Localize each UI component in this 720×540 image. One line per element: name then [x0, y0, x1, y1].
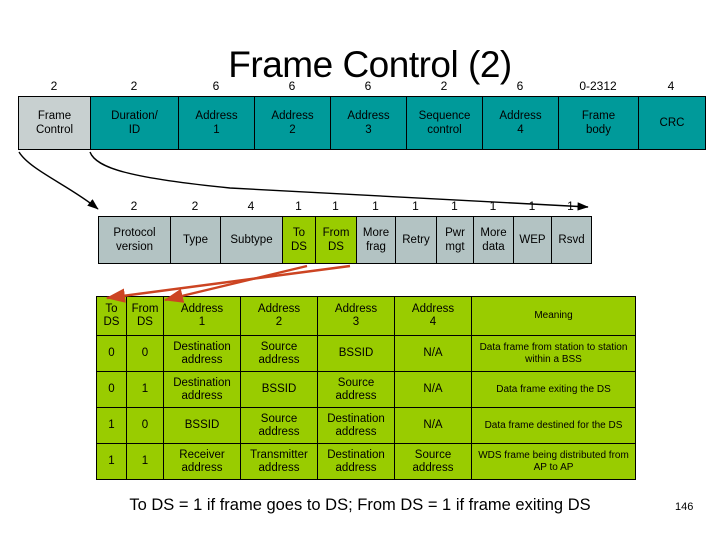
frame-cell-label: Frame body — [581, 110, 616, 136]
table-row: 0 1 Destination address BSSID Source address… — [96, 371, 636, 408]
bit-cell-type: Type — [171, 217, 221, 263]
table-cell-address1: Receiver address — [163, 443, 241, 480]
table-cell-meaning: Data frame destined for the DS — [471, 407, 636, 444]
table-cell-address4: N/A — [394, 371, 472, 408]
table-header-cell: Address 1 — [163, 296, 241, 336]
table-cell-address2: Source address — [240, 335, 318, 372]
slide-number: 146 — [675, 501, 694, 513]
frame-cell-address-1: Address 1 — [179, 97, 255, 149]
frame-cell-label: Address 1 — [195, 110, 238, 136]
table-cell-address1: BSSID — [163, 407, 241, 444]
table-cell-address2: Source address — [240, 407, 318, 444]
table-header-cell: Meaning — [471, 296, 636, 336]
frame-cell-label: Frame Control — [35, 110, 74, 136]
bit-cell-label: More frag — [362, 227, 390, 253]
table-body: 0 0 Destination address Source address BSSID… — [96, 335, 636, 480]
table-row: 0 0 Destination address Source address BSSID… — [96, 335, 636, 372]
frame-cell-address-3: Address 3 — [331, 97, 407, 149]
table-row: 1 0 BSSID Source address Destination address… — [96, 407, 636, 444]
table-header-cell: From DS — [126, 296, 164, 336]
frame-cell-sequence-control: Sequence control — [407, 97, 483, 149]
frame-cell-label: CRC — [659, 117, 685, 129]
bit-cell-label: From DS — [322, 227, 350, 253]
frame-cell-address-4: Address 4 — [483, 97, 559, 149]
table-cell-address3: BSSID — [317, 335, 395, 372]
table-header-cell: To DS — [96, 296, 127, 336]
connector-tods-arrow — [163, 264, 308, 303]
table-cell-from-ds: 1 — [126, 443, 164, 480]
frame-cell-crc: CRC — [639, 97, 705, 149]
table-cell-to-ds: 1 — [96, 443, 127, 480]
table-cell-to-ds: 0 — [96, 335, 127, 372]
table-cell-to-ds: 0 — [96, 371, 127, 408]
bit-cell-label: More data — [480, 227, 507, 253]
table-header-cell: Address 4 — [394, 296, 472, 336]
table-cell-address4: N/A — [394, 335, 472, 372]
frame-size-label: 4 — [667, 79, 675, 93]
bit-cell-subtype: Subtype — [221, 217, 283, 263]
table-cell-from-ds: 0 — [126, 407, 164, 444]
bit-cell-protocol-version: Protocol version — [99, 217, 171, 263]
table-header-row: To DS From DS Address 1 Address 2 Address 3 Addres… — [96, 296, 636, 336]
bit-cell-more-data: More data — [474, 217, 514, 263]
table-cell-meaning: WDS frame being distributed from AP to A… — [471, 443, 636, 480]
frame-cell-frame-body: Frame body — [559, 97, 639, 149]
table-cell-meaning: Data frame exiting the DS — [471, 371, 636, 408]
bit-size-label: 1 — [567, 199, 574, 213]
frame-cell-label: Address 2 — [271, 110, 314, 136]
connector-fromds-arrow — [105, 264, 351, 303]
bit-cell-retry: Retry — [396, 217, 437, 263]
table-cell-address1: Destination address — [163, 335, 241, 372]
table-header-cell: Address 3 — [317, 296, 395, 336]
frame-cell-address-2: Address 2 — [255, 97, 331, 149]
table-cell-address1: Destination address — [163, 371, 241, 408]
frame-row-size-labels: 2 2 6 6 6 2 6 0-2312 4 — [18, 78, 704, 94]
bit-cell-label: Retry — [402, 234, 430, 246]
bit-cell-label: Type — [183, 234, 208, 246]
table-cell-address2: Transmitter address — [240, 443, 318, 480]
table-cell-to-ds: 1 — [96, 407, 127, 444]
table-cell-address4: Source address — [394, 443, 472, 480]
footer-note: To DS = 1 if frame goes to DS; From DS =… — [129, 496, 591, 514]
table-header-cell: Address 2 — [240, 296, 318, 336]
mac-frame-format-row: Frame Control Duration/ID Address 1 Address 2 A… — [18, 96, 706, 150]
table-cell-address4: N/A — [394, 407, 472, 444]
table-cell-meaning: Data frame from station to station withi… — [471, 335, 636, 372]
table-cell-address3: Destination address — [317, 407, 395, 444]
frame-control-field-row: Protocol version Type Subtype To DS From DS More… — [98, 216, 592, 264]
table-cell-address3: Destination address — [317, 443, 395, 480]
frame-cell-duration-id: Duration/ID — [91, 97, 179, 149]
bit-cell-from-ds: From DS — [316, 217, 357, 263]
bit-row-size-labels: 22411111111 — [98, 198, 590, 214]
bit-cell-label: Rsvd — [558, 234, 585, 246]
bit-cell-label: To DS — [291, 227, 307, 253]
table-cell-address2: BSSID — [240, 371, 318, 408]
bit-cell-more-frag: More frag — [357, 217, 396, 263]
bit-cell-label: WEP — [519, 234, 546, 246]
table-row: 1 1 Receiver address Transmitter address Des… — [96, 443, 636, 480]
address-field-meaning-table: To DS From DS Address 1 Address 2 Address 3 Addres… — [96, 296, 636, 480]
bit-cell-label: Subtype — [230, 234, 273, 246]
table-cell-address3: Source address — [317, 371, 395, 408]
bit-cell-wep: WEP — [514, 217, 552, 263]
slide-canvas: Frame Control (2) 2 2 6 6 6 2 6 0-2312 4 Frame Co… — [0, 0, 720, 540]
frame-cell-label: Sequence control — [418, 110, 471, 136]
bit-cell-pwr-mgt: Pwr mgt — [437, 217, 474, 263]
bit-cell-label: Protocol version — [113, 227, 156, 253]
bit-cell-to-ds: To DS — [283, 217, 316, 263]
bit-cell-label: Pwr mgt — [445, 227, 465, 253]
frame-cell-label: Duration/ID — [111, 110, 158, 136]
frame-cell-frame-control: Frame Control — [19, 97, 91, 149]
table-cell-from-ds: 1 — [126, 371, 164, 408]
frame-cell-label: Address 4 — [499, 110, 542, 136]
bit-cell-rsvd: Rsvd — [552, 217, 591, 263]
frame-cell-label: Address 3 — [347, 110, 390, 136]
table-cell-from-ds: 0 — [126, 335, 164, 372]
